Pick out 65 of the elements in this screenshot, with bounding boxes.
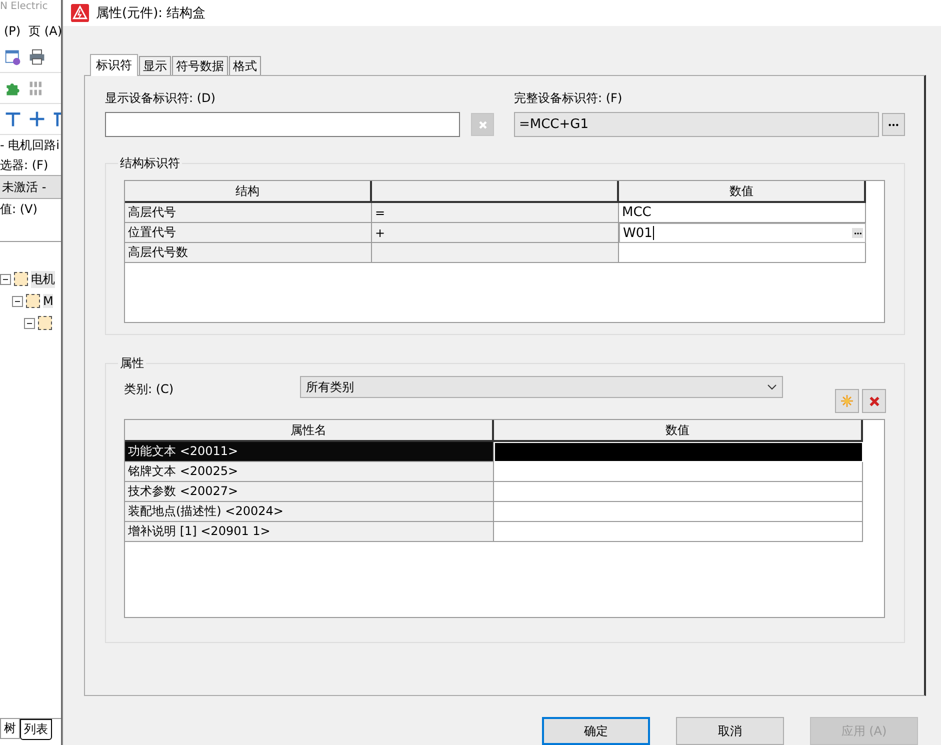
tree-toggle[interactable] xyxy=(24,318,35,328)
input-field: =MCC+G1 xyxy=(514,112,879,137)
tab[interactable]: 符号数据 xyxy=(172,56,228,75)
tree-toggle[interactable] xyxy=(12,296,23,306)
node-icon xyxy=(38,316,52,330)
table-cell[interactable]: 功能文本 <20011> xyxy=(125,442,494,462)
dialog-button[interactable]: 取消 xyxy=(676,717,784,745)
tab[interactable]: 格式 xyxy=(229,56,261,75)
value-label: 值: (V) xyxy=(0,201,38,218)
tree-toggle[interactable] xyxy=(0,274,11,284)
table-cell[interactable]: 技术参数 <20027> xyxy=(125,482,494,502)
node-icon xyxy=(26,294,40,308)
category-label: 类别: (C) xyxy=(124,381,175,398)
chevron-down-icon xyxy=(767,384,777,390)
column-header: 结构 xyxy=(125,181,372,203)
table-cell: + xyxy=(372,223,619,243)
table-cell: = xyxy=(372,203,619,223)
node-icon xyxy=(14,272,28,286)
browse-button[interactable] xyxy=(882,113,905,136)
field-label: 完整设备标识符: (F) xyxy=(514,90,624,107)
table-cell[interactable] xyxy=(619,243,866,263)
category-dropdown[interactable]: 所有类别 xyxy=(300,376,783,398)
tree-item[interactable]: 电机 xyxy=(31,270,55,288)
printer-icon[interactable] xyxy=(28,48,46,66)
filter-dropdown[interactable]: 未激活 - xyxy=(0,175,61,199)
warning-icon xyxy=(71,4,89,22)
filter-label: 选器: (F) xyxy=(0,157,50,174)
delete-button[interactable] xyxy=(862,389,886,413)
table-cell: 高层代号 xyxy=(125,203,372,223)
menu-item[interactable]: 页 (A) xyxy=(28,22,61,40)
table-cell: 位置代号 xyxy=(125,223,372,243)
tab[interactable]: 标识符 xyxy=(90,54,138,76)
dialog-button[interactable]: 确定 xyxy=(542,717,650,745)
table-cell[interactable] xyxy=(494,482,863,502)
table-cell: 高层代号数 xyxy=(125,243,372,263)
table-cell[interactable] xyxy=(494,462,863,482)
group-title: 属性 xyxy=(119,355,145,372)
page-title: - 电机回路i xyxy=(0,137,60,154)
input-field[interactable] xyxy=(105,112,460,137)
app-title: N Electric xyxy=(0,0,49,14)
more-icon[interactable] xyxy=(852,228,863,238)
menu-item[interactable]: (P) xyxy=(4,24,21,38)
window-title: 属性(元件): 结构盒 xyxy=(96,5,206,22)
tab[interactable]: 显示 xyxy=(139,56,171,75)
table-cell[interactable]: 装配地点(描述性) <20024> xyxy=(125,502,494,522)
table-cell[interactable] xyxy=(494,522,863,542)
view-tab[interactable]: 列表 xyxy=(20,719,52,740)
table-cell[interactable]: 增补说明 [1] <20901 1> xyxy=(125,522,494,542)
column-header: 数值 xyxy=(619,181,866,203)
table-cell[interactable]: 铭牌文本 <20025> xyxy=(125,462,494,482)
group-title: 结构标识符 xyxy=(119,155,181,172)
more-icon xyxy=(888,122,899,126)
window-icon[interactable] xyxy=(4,48,22,66)
delete-icon xyxy=(868,396,880,406)
table-cell[interactable] xyxy=(494,502,863,522)
tree-item[interactable]: M xyxy=(43,294,54,308)
table-cell[interactable]: MCC xyxy=(619,203,866,223)
table-cell[interactable]: W01 xyxy=(619,223,866,243)
column-header: 属性名 xyxy=(125,420,494,442)
sparkle-icon xyxy=(841,395,853,407)
cross-junction-icon[interactable] xyxy=(28,110,46,128)
junction-icon[interactable] xyxy=(4,110,22,128)
close-icon xyxy=(478,120,488,130)
field-label: 显示设备标识符: (D) xyxy=(105,90,216,107)
column-header: 数值 xyxy=(494,420,863,442)
